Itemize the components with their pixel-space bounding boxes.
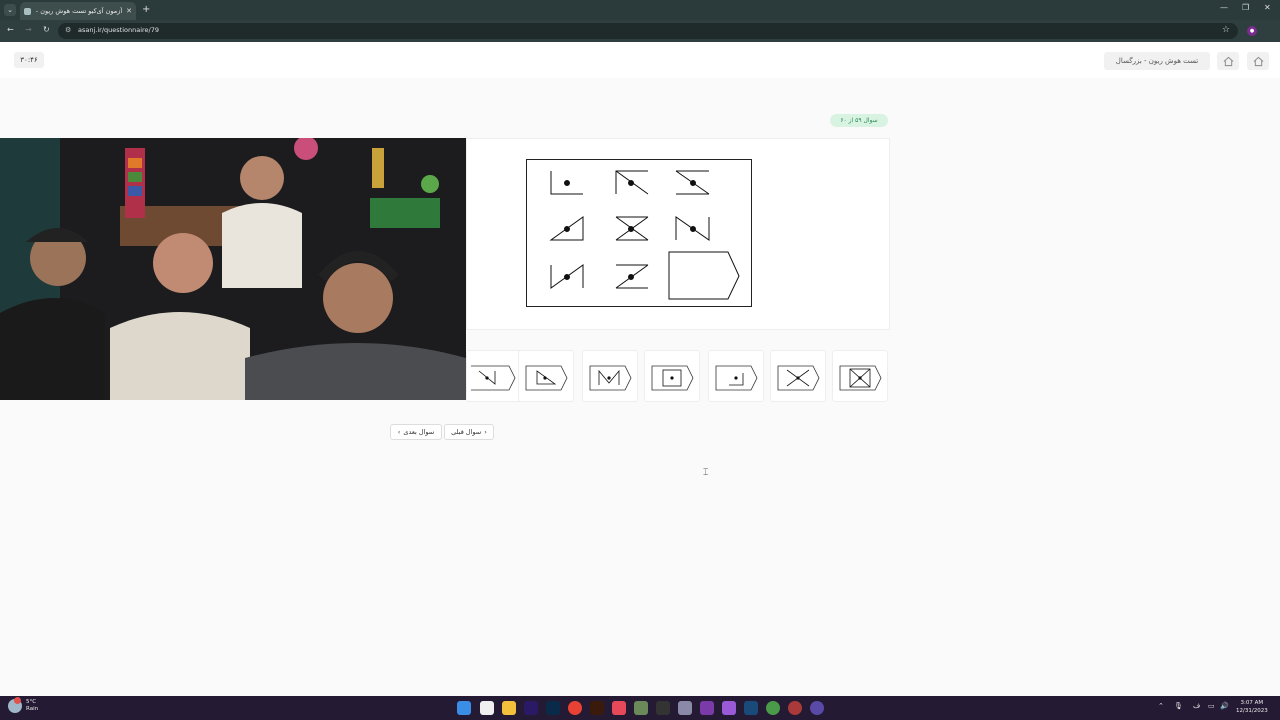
favicon-icon	[24, 7, 31, 15]
windows-taskbar: 5°C Rain ⌃ 🎙 ف ▭ 🔊 3:07 AM 12/31/2023	[0, 696, 1280, 720]
premiere-icon[interactable]	[524, 701, 538, 715]
app-icon-3[interactable]	[656, 701, 670, 715]
page-content: ۳۰:۴۶ تست هوش ریون - بزرگسال سوال ۵۹ از …	[0, 42, 1280, 696]
file-explorer-icon[interactable]	[502, 701, 516, 715]
answer-option-1[interactable]	[466, 350, 522, 402]
minimize-icon[interactable]: —	[1220, 3, 1228, 12]
bookmark-star-icon[interactable]: ☆	[1222, 25, 1230, 35]
tab-title: آزمون آی‌کیو تست هوش ریون - بزرگ	[35, 7, 123, 15]
app-icon-2[interactable]	[634, 701, 648, 715]
tray-overflow-icon[interactable]: ⌃	[1158, 702, 1164, 710]
app-icon-r[interactable]	[700, 701, 714, 715]
test-title: تست هوش ریون - بزرگسال	[1104, 52, 1210, 70]
weather-icon	[8, 697, 22, 713]
app-icon-4[interactable]	[722, 701, 736, 715]
file-icon[interactable]	[480, 701, 494, 715]
answer-option-2[interactable]	[518, 350, 574, 402]
omnibox[interactable]: ⚙ asanj.ir/questionnaire/79 ☆	[58, 23, 1238, 39]
browser-tab-active[interactable]: آزمون آی‌کیو تست هوش ریون - بزرگ ✕	[20, 2, 136, 20]
chrome-icon-active[interactable]	[810, 701, 824, 715]
clock-date: 12/31/2023	[1236, 708, 1268, 714]
weather-temperature: 5°C	[26, 699, 37, 705]
input-language[interactable]: ف	[1193, 702, 1200, 710]
option-figure	[589, 365, 632, 391]
webcam-overlay	[0, 138, 466, 400]
clock-time: 3:07 AM	[1240, 700, 1264, 706]
home-icon	[1223, 56, 1233, 66]
forward-icon[interactable]: →	[25, 25, 32, 34]
close-window-icon[interactable]: ✕	[1264, 3, 1271, 12]
reload-icon[interactable]: ↻	[43, 25, 50, 34]
start-icon[interactable]	[457, 701, 471, 715]
option-figure	[471, 365, 516, 391]
system-clock[interactable]: 3:07 AM 12/31/2023	[1236, 699, 1268, 715]
back-icon[interactable]: ←	[7, 25, 14, 34]
answer-option-4[interactable]	[644, 350, 700, 402]
site-info-icon[interactable]: ⚙	[65, 26, 71, 34]
new-tab-button[interactable]: +	[142, 4, 150, 16]
next-question-button[interactable]: ‹ سوال بعدی	[390, 424, 442, 440]
tab-close-icon[interactable]: ✕	[126, 7, 132, 15]
chevron-right-icon: ›	[484, 428, 487, 436]
browser-tab-bar: ⌄ آزمون آی‌کیو تست هوش ریون - بزرگ ✕ + —…	[0, 0, 1280, 20]
maximize-icon[interactable]: ❐	[1242, 3, 1249, 12]
answer-option-3[interactable]	[582, 350, 638, 402]
chrome-icon-2[interactable]	[766, 701, 780, 715]
app-header: ۳۰:۴۶ تست هوش ریون - بزرگسال	[0, 42, 1280, 78]
home-button-2[interactable]	[1247, 52, 1269, 70]
profile-avatar[interactable]: ●	[1247, 26, 1257, 36]
option-figure	[715, 365, 758, 391]
previous-question-label: سوال قبلی	[451, 428, 482, 436]
illustrator-icon[interactable]	[590, 701, 604, 715]
home-icon	[1253, 56, 1263, 66]
chrome-icon[interactable]	[568, 701, 582, 715]
option-figure	[777, 365, 820, 391]
steam-icon[interactable]	[744, 701, 758, 715]
previous-question-button[interactable]: سوال قبلی ›	[444, 424, 494, 440]
weather-description: Rain	[26, 706, 39, 712]
puzzle-matrix	[526, 159, 752, 307]
next-question-label: سوال بعدی	[403, 428, 435, 436]
answer-option-7[interactable]	[832, 350, 888, 402]
microphone-icon[interactable]: 🎙	[1174, 702, 1183, 710]
chrome-icon-3[interactable]	[788, 701, 802, 715]
app-icon[interactable]	[612, 701, 626, 715]
settings-icon[interactable]	[678, 701, 692, 715]
volume-icon[interactable]: 🔊	[1220, 702, 1229, 710]
question-counter-badge: سوال ۵۹ از ۶۰	[830, 114, 888, 127]
browser-address-bar: ← → ↻ ⚙ asanj.ir/questionnaire/79 ☆ ⋮	[0, 20, 1280, 54]
chevron-left-icon: ‹	[397, 428, 401, 436]
option-figure	[651, 365, 694, 391]
url-text[interactable]: asanj.ir/questionnaire/79	[78, 26, 159, 34]
home-button[interactable]	[1217, 52, 1239, 70]
tab-search-button[interactable]: ⌄	[4, 4, 16, 16]
network-icon[interactable]: ▭	[1208, 702, 1215, 710]
countdown-timer: ۳۰:۴۶	[14, 52, 44, 68]
answer-option-6[interactable]	[770, 350, 826, 402]
option-figure	[525, 365, 568, 391]
weather-widget[interactable]: 5°C Rain	[8, 697, 39, 713]
option-figure	[839, 365, 882, 391]
answer-option-5[interactable]	[708, 350, 764, 402]
photoshop-icon[interactable]	[546, 701, 560, 715]
mouse-cursor-icon: ⌶	[703, 468, 709, 478]
